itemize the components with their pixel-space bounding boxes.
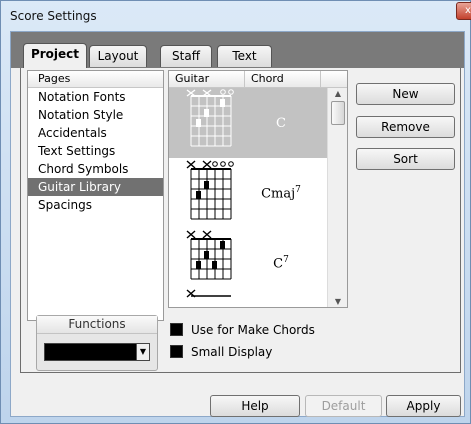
column-chord[interactable]: Chord xyxy=(245,71,321,88)
title-bar[interactable]: Score Settings x xyxy=(1,1,471,31)
tab-layout[interactable]: Layout xyxy=(89,45,147,67)
page-item-notation-style[interactable]: Notation Style xyxy=(28,106,163,124)
dialog-body: Project Layout Staff Text Pages Notation… xyxy=(10,31,465,417)
use-for-make-chords-option[interactable]: Use for Make Chords xyxy=(170,322,315,340)
page-item-accidentals[interactable]: Accidentals xyxy=(28,124,163,142)
chevron-down-icon[interactable]: ▼ xyxy=(136,344,149,360)
functions-title: Functions xyxy=(37,316,157,334)
apply-button[interactable]: Apply xyxy=(386,395,461,417)
default-button[interactable]: Default xyxy=(305,395,382,417)
chord-diagram xyxy=(186,230,232,298)
sort-button[interactable]: Sort xyxy=(356,148,455,170)
new-button[interactable]: New xyxy=(356,83,455,105)
guitar-library-grid[interactable]: Guitar Chord C Cmaj7 C7 ▲ ▼ xyxy=(168,70,348,308)
use-for-make-chords-checkbox[interactable] xyxy=(170,323,183,336)
functions-select[interactable]: ▼ xyxy=(44,343,150,361)
close-icon: x xyxy=(465,5,471,16)
help-button[interactable]: Help xyxy=(210,395,300,417)
chord-row[interactable]: Cmaj7 xyxy=(169,158,328,228)
chord-row[interactable]: C7 xyxy=(169,228,328,298)
tab-strip: Project Layout Staff Text xyxy=(11,32,464,68)
chord-name: C xyxy=(276,116,286,131)
tab-staff[interactable]: Staff xyxy=(160,45,212,67)
remove-button[interactable]: Remove xyxy=(356,116,455,138)
functions-group: Functions ▼ xyxy=(36,315,158,371)
small-display-option[interactable]: Small Display xyxy=(170,344,272,362)
use-for-make-chords-label: Use for Make Chords xyxy=(191,323,315,337)
page-item-chord-symbols[interactable]: Chord Symbols xyxy=(28,160,163,178)
scroll-up-icon[interactable]: ▲ xyxy=(331,88,345,100)
chord-name: Cmaj7 xyxy=(261,185,301,202)
chord-name: C7 xyxy=(273,255,289,272)
grid-header: Guitar Chord xyxy=(169,71,347,88)
page-item-notation-fonts[interactable]: Notation Fonts xyxy=(28,88,163,106)
chord-row[interactable]: C xyxy=(169,88,328,158)
grid-scrollbar[interactable]: ▲ ▼ xyxy=(327,88,347,307)
scroll-thumb[interactable] xyxy=(331,101,345,125)
page-item-spacings[interactable]: Spacings xyxy=(28,196,163,214)
small-display-label: Small Display xyxy=(191,345,273,359)
pages-header[interactable]: Pages xyxy=(28,71,163,88)
chord-diagram xyxy=(186,89,234,147)
tab-project[interactable]: Project xyxy=(23,43,87,68)
close-button[interactable]: x xyxy=(456,2,471,20)
score-settings-window: Score Settings x Project Layout Staff Te… xyxy=(0,0,471,424)
tab-text[interactable]: Text xyxy=(217,45,272,67)
window-title: Score Settings xyxy=(10,9,97,23)
page-item-text-settings[interactable]: Text Settings xyxy=(28,142,163,160)
column-guitar[interactable]: Guitar xyxy=(169,71,245,88)
page-item-guitar-library[interactable]: Guitar Library xyxy=(28,178,163,196)
pages-list[interactable]: Pages Notation Fonts Notation Style Acci… xyxy=(27,70,164,321)
scroll-down-icon[interactable]: ▼ xyxy=(331,296,345,307)
chord-diagram xyxy=(186,160,234,220)
small-display-checkbox[interactable] xyxy=(170,345,183,358)
